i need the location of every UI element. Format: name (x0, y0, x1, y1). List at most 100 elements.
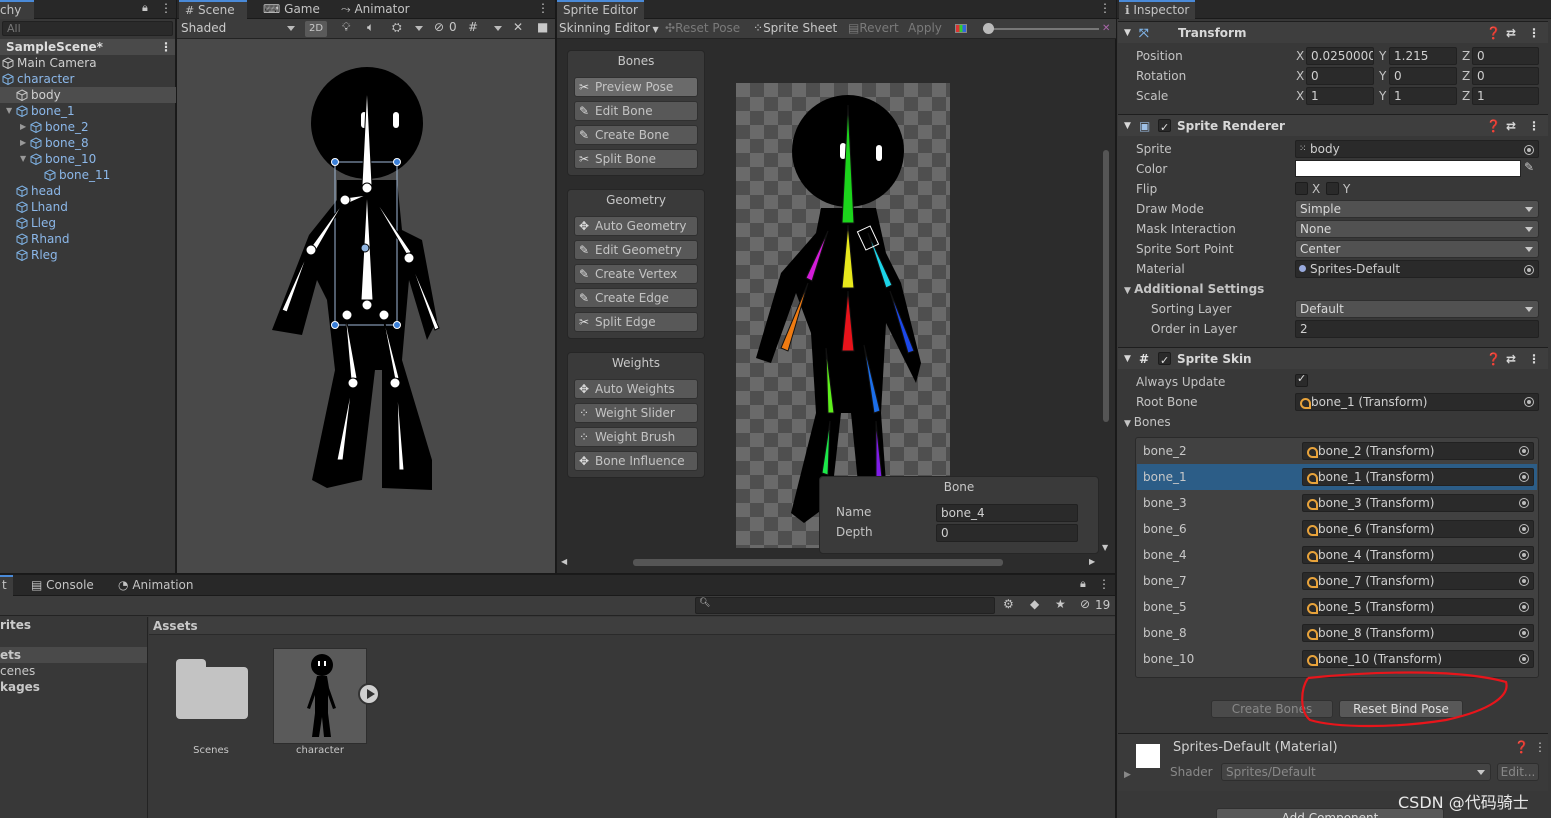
help-icon[interactable]: ❓ (1514, 740, 1529, 754)
hierarchy-item[interactable]: ▶ bone_2 (0, 119, 176, 135)
bone-list-item[interactable]: bone_5 bone_5 (Transform) (1137, 594, 1537, 620)
foldout-arrow-icon[interactable]: ▶ (20, 119, 26, 135)
zoom-slider[interactable] (983, 28, 1099, 30)
bone-depth-input[interactable]: 0 (936, 524, 1078, 542)
horizontal-scrollbar[interactable] (633, 559, 1003, 566)
sidebar-item-packages[interactable]: kages (0, 679, 147, 695)
foldout-arrow-icon[interactable]: ▼ (20, 151, 26, 167)
sprite-skin-enabled-checkbox[interactable] (1158, 350, 1171, 372)
bone-list-item[interactable]: bone_3 bone_3 (Transform) (1137, 490, 1537, 516)
tab-game[interactable]: ⌨ Game (257, 0, 326, 19)
filter-type-icon[interactable]: ⚙ (1003, 597, 1014, 611)
scale-y-input[interactable]: 1 (1389, 87, 1457, 105)
foldout-arrow-icon[interactable]: ▶ (20, 135, 26, 151)
tools-icon[interactable]: ✕ (513, 20, 523, 34)
hierarchy-item[interactable]: character (0, 71, 176, 87)
apply-button[interactable]: Apply (908, 19, 942, 38)
position-z-input[interactable]: 0 (1472, 47, 1539, 65)
bone-object-field[interactable]: bone_4 (Transform) (1302, 546, 1534, 564)
bone-list-item[interactable]: bone_10 bone_10 (Transform) (1137, 646, 1537, 672)
bone-object-field[interactable]: bone_6 (Transform) (1302, 520, 1534, 538)
create-bone-button[interactable]: ✎ Create Bone (574, 125, 698, 145)
tab-hierarchy[interactable]: chy (0, 0, 34, 19)
camera-icon[interactable]: ■ (537, 20, 548, 34)
hierarchy-item[interactable]: bone_11 (0, 167, 176, 183)
sidebar-item-assets[interactable]: ets (0, 647, 147, 663)
more-icon[interactable]: ⋮ (1099, 1, 1111, 15)
object-picker-icon[interactable] (1519, 576, 1529, 586)
label-icon[interactable]: ◆ (1030, 597, 1039, 611)
order-in-layer-input[interactable]: 2 (1295, 320, 1539, 338)
sidebar-item-scenes[interactable]: cenes (0, 663, 147, 679)
bone-object-field[interactable]: bone_7 (Transform) (1302, 572, 1534, 590)
hierarchy-item[interactable]: head (0, 183, 176, 199)
zoom-slider-thumb[interactable] (983, 23, 994, 34)
create-vertex-button[interactable]: ✎ Create Vertex (574, 264, 698, 284)
always-update-checkbox[interactable] (1295, 372, 1308, 387)
object-picker-icon[interactable] (1519, 602, 1529, 612)
flip-y-checkbox[interactable] (1326, 182, 1339, 195)
create-edge-button[interactable]: ✎ Create Edge (574, 288, 698, 308)
lock-icon[interactable]: 🔒︎ (142, 1, 148, 15)
hierarchy-item[interactable]: Rleg (0, 247, 176, 263)
hierarchy-item[interactable]: ▼ bone_10 (0, 151, 176, 167)
more-icon[interactable]: ⋮ (1528, 22, 1540, 44)
bone-object-field[interactable]: bone_8 (Transform) (1302, 624, 1534, 642)
lightbulb-icon[interactable]: 💡︎ (342, 20, 350, 35)
sprite-skin-header[interactable]: ▼ # Sprite Skin ❓ ⇄ ⋮ (1118, 347, 1548, 372)
hierarchy-item[interactable]: Main Camera (0, 55, 176, 71)
bone-list-item[interactable]: bone_6 bone_6 (Transform) (1137, 516, 1537, 542)
hierarchy-item[interactable]: ▼ bone_1 (0, 103, 176, 119)
rotation-x-input[interactable]: 0 (1306, 67, 1374, 85)
bone-list-item[interactable]: bone_4 bone_4 (Transform) (1137, 542, 1537, 568)
shader-edit-button[interactable]: Edit... (1497, 763, 1539, 781)
bone-object-field[interactable]: bone_10 (Transform) (1302, 650, 1534, 668)
color-swatch[interactable] (1295, 160, 1521, 177)
sprite-object-field[interactable]: ⁙ body (1295, 140, 1539, 158)
sprite-renderer-enabled-checkbox[interactable] (1158, 117, 1171, 139)
sprite-sort-point-dropdown[interactable]: Center (1295, 240, 1539, 258)
tab-animation[interactable]: ◔ Animation (112, 575, 200, 594)
rotation-y-input[interactable]: 0 (1389, 67, 1457, 85)
more-icon[interactable]: ⋮ (1098, 577, 1110, 591)
bone-name-input[interactable]: bone_4 (936, 504, 1078, 522)
project-search-input[interactable] (695, 597, 995, 614)
scale-x-input[interactable]: 1 (1306, 87, 1374, 105)
weight-slider-button[interactable]: ⁘ Weight Slider (574, 403, 698, 423)
shading-mode-dropdown[interactable]: Shaded (181, 20, 297, 37)
object-picker-icon[interactable] (1519, 498, 1529, 508)
bone-list-item[interactable]: bone_7 bone_7 (Transform) (1137, 568, 1537, 594)
auto-geometry-button[interactable]: ✥ Auto Geometry (574, 216, 698, 236)
object-picker-icon[interactable] (1519, 446, 1529, 456)
additional-settings-foldout[interactable]: ▼ Additional Settings (1124, 282, 1264, 296)
split-bone-button[interactable]: ✂ Split Bone (574, 149, 698, 169)
bone-object-field[interactable]: bone_1 (Transform) (1302, 468, 1534, 486)
scroll-left-icon[interactable]: ◀ (561, 557, 567, 566)
preview-pose-button[interactable]: ✂ Preview Pose (574, 77, 698, 97)
mask-interaction-dropdown[interactable]: None (1295, 220, 1539, 238)
mode-dropdown[interactable]: Skinning Editor ▼ (559, 19, 659, 39)
tab-sprite-editor[interactable]: Sprite Editor (557, 0, 644, 19)
hierarchy-item[interactable]: Rhand (0, 231, 176, 247)
transform-header[interactable]: ▼ ⤧ Transform ❓ ⇄ ⋮ (1118, 21, 1548, 43)
preset-icon[interactable]: ⇄ (1506, 348, 1516, 370)
bone-influence-button[interactable]: ✥ Bone Influence (574, 451, 698, 471)
lock-icon[interactable]: 🔒︎ (1080, 577, 1086, 591)
chevron-down-icon[interactable] (415, 26, 423, 31)
asset-scenes[interactable]: Scenes (170, 649, 252, 756)
object-picker-icon[interactable] (1519, 472, 1529, 482)
auto-weights-button[interactable]: ✥ Auto Weights (574, 379, 698, 399)
play-icon[interactable] (358, 683, 380, 705)
object-picker-icon[interactable] (1519, 654, 1529, 664)
help-icon[interactable]: ❓ (1486, 22, 1501, 44)
bone-list-item[interactable]: bone_1 bone_1 (Transform) (1137, 464, 1537, 490)
bone-list-item[interactable]: bone_2 bone_2 (Transform) (1137, 438, 1537, 464)
hidden-packages-icon[interactable]: ⊘ (1080, 597, 1090, 611)
position-y-input[interactable]: 1.215 (1389, 47, 1457, 65)
more-icon[interactable]: ⋮ (537, 1, 549, 15)
shader-dropdown[interactable]: Sprites/Default (1221, 763, 1491, 781)
object-picker-icon[interactable] (1519, 550, 1529, 560)
tab-project[interactable]: t (0, 575, 13, 596)
weight-brush-button[interactable]: ⁘ Weight Brush (574, 427, 698, 447)
tab-console[interactable]: ▤ Console (25, 575, 100, 594)
